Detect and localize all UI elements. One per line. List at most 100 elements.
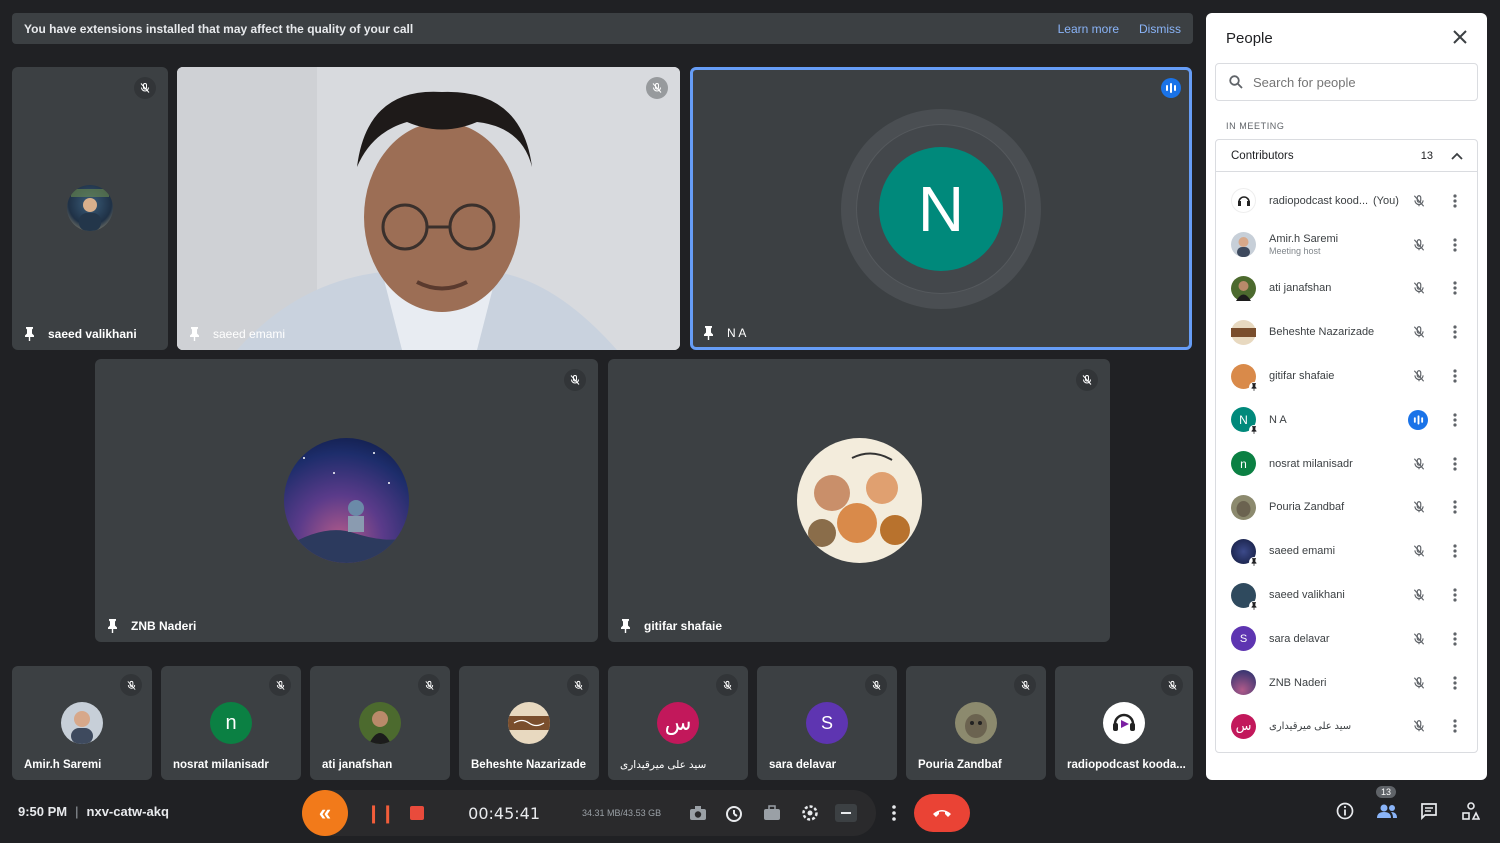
avatar [1231, 363, 1259, 392]
people-count-badge: 13 [1376, 786, 1397, 798]
more-vert-icon[interactable] [1449, 367, 1461, 385]
participant-row[interactable]: gitifar shafaie [1216, 354, 1477, 398]
participant-row[interactable]: Beheshte Nazarizade [1216, 310, 1477, 354]
participant-name: N A [1269, 413, 1287, 426]
close-icon[interactable] [1453, 30, 1471, 48]
group-count: 13 [1420, 149, 1433, 162]
strip-tile-ati[interactable]: ati janafshan [310, 666, 450, 780]
bottom-right-controls: 13 [1334, 786, 1482, 822]
stop-recording-button[interactable] [410, 806, 425, 820]
tile-gitifar-shafaie[interactable]: gitifar shafaie [608, 359, 1110, 642]
minimize-icon[interactable] [835, 804, 858, 822]
muted-mic-icon[interactable] [1410, 498, 1428, 516]
more-vert-icon[interactable] [1449, 411, 1461, 429]
more-vert-icon[interactable] [1449, 323, 1461, 341]
toolbox-icon[interactable] [761, 802, 783, 824]
participant-row[interactable]: N N A [1216, 398, 1477, 442]
speaking-indicator-icon[interactable] [1408, 409, 1428, 430]
tile-saeed-emami[interactable]: saeed emami [177, 67, 680, 350]
people-icon[interactable]: 13 [1376, 786, 1398, 822]
strip-tile-pouria[interactable]: Pouria Zandbaf [906, 666, 1046, 780]
more-vert-icon[interactable] [1449, 717, 1461, 735]
pin-icon[interactable] [187, 327, 201, 341]
more-vert-icon[interactable] [1449, 498, 1461, 516]
participant-row[interactable]: Amir.h Saremi Meeting host [1216, 223, 1477, 267]
speaking-indicator-icon [1161, 78, 1181, 98]
participant-row[interactable]: Pouria Zandbaf [1216, 486, 1477, 530]
participant-name: ZNB Naderi [131, 619, 197, 633]
more-vert-icon[interactable] [1449, 236, 1461, 254]
pin-icon[interactable] [105, 619, 119, 633]
more-vert-icon[interactable] [1449, 279, 1461, 297]
more-vert-icon[interactable] [1449, 192, 1461, 210]
participant-name: Amir.h Saremi [24, 759, 102, 771]
tile-znb-naderi[interactable]: ZNB Naderi [95, 359, 598, 642]
dismiss-link[interactable]: Dismiss [1139, 22, 1181, 36]
tile-saeed-valikhani[interactable]: saeed valikhani [12, 67, 168, 350]
participant-name: gitifar shafaie [644, 619, 723, 633]
strip-tile-seyed-ali[interactable]: س سید علی میرقیداری [608, 666, 748, 780]
more-options-button[interactable] [880, 797, 908, 829]
participant-row[interactable]: saeed emami [1216, 529, 1477, 573]
muted-mic-icon[interactable] [1410, 717, 1428, 735]
participant-row[interactable]: saeed valikhani [1216, 573, 1477, 617]
participant-row[interactable]: n nosrat milanisadr [1216, 442, 1477, 486]
learn-more-link[interactable]: Learn more [1058, 22, 1119, 36]
pinned-icon [1249, 556, 1259, 567]
muted-mic-icon[interactable] [1410, 455, 1428, 473]
strip-tile-amir-saremi[interactable]: Amir.h Saremi [12, 666, 152, 780]
strip-tile-radiopodcast[interactable]: radiopodcast kooda... [1055, 666, 1193, 780]
pin-icon[interactable] [618, 619, 632, 633]
leave-call-button[interactable] [914, 794, 970, 832]
avatar: S [806, 702, 848, 744]
activities-icon[interactable] [1460, 800, 1482, 822]
avatar [1103, 702, 1145, 744]
strip-tile-nosrat[interactable]: n nosrat milanisadr [161, 666, 301, 780]
muted-mic-icon[interactable] [1410, 542, 1428, 560]
strip-tile-beheshte[interactable]: Beheshte Nazarizade [459, 666, 599, 780]
participant-name: Pouria Zandbaf [918, 759, 1002, 771]
muted-mic-icon[interactable] [1410, 279, 1428, 297]
timer-icon[interactable] [723, 802, 745, 824]
settings-gear-icon[interactable] [799, 802, 821, 824]
participant-name: Amir.h Saremi Meeting host [1269, 233, 1407, 256]
more-vert-icon[interactable] [1449, 542, 1461, 560]
muted-mic-icon[interactable] [1410, 630, 1428, 648]
meeting-code[interactable]: nxv-catw-akq [87, 804, 169, 819]
search-input[interactable] [1253, 74, 1453, 90]
participant-row[interactable]: س سید علی میرقیداری [1216, 705, 1477, 749]
more-vert-icon[interactable] [1449, 674, 1461, 692]
more-vert-icon[interactable] [1449, 586, 1461, 604]
muted-mic-icon[interactable] [1410, 236, 1428, 254]
avatar [1231, 538, 1259, 567]
participant-name: saeed valikhani [1269, 589, 1345, 602]
muted-mic-icon[interactable] [1410, 674, 1428, 692]
contributors-header[interactable]: Contributors 13 [1216, 140, 1477, 172]
recorder-toolbar: « ❙❙ 00:45:41 34.31 MB/43.53 GB [302, 790, 876, 836]
participant-name: Pouria Zandbaf [1269, 501, 1345, 514]
strip-tile-sara[interactable]: S sara delavar [757, 666, 897, 780]
participant-row[interactable]: radiopodcast kood... (You) [1216, 179, 1477, 223]
pin-icon[interactable] [701, 326, 715, 340]
meeting-details-info-icon[interactable] [1334, 800, 1356, 822]
more-vert-icon[interactable] [1449, 455, 1461, 473]
participant-row[interactable]: S sara delavar [1216, 617, 1477, 661]
pin-icon[interactable] [22, 327, 36, 341]
pause-recording-button[interactable]: ❙❙ [366, 803, 395, 824]
muted-mic-icon[interactable] [1410, 586, 1428, 604]
muted-mic-icon[interactable] [1410, 323, 1428, 341]
chat-icon[interactable] [1418, 800, 1440, 822]
participant-row[interactable]: ZNB Naderi [1216, 661, 1477, 705]
tile-na[interactable]: N N A [690, 67, 1192, 350]
avatar [359, 702, 401, 744]
muted-mic-icon[interactable] [1410, 367, 1428, 385]
participant-row[interactable]: ati janafshan [1216, 267, 1477, 311]
chevron-up-icon[interactable] [1451, 152, 1463, 160]
search-box[interactable] [1215, 63, 1478, 101]
participant-name: سید علی میرقیداری [620, 759, 707, 771]
muted-mic-icon [564, 369, 586, 391]
collapse-recorder-button[interactable]: « [302, 790, 348, 836]
muted-mic-icon[interactable] [1410, 192, 1428, 210]
camera-icon[interactable] [687, 802, 709, 824]
more-vert-icon[interactable] [1449, 630, 1461, 648]
